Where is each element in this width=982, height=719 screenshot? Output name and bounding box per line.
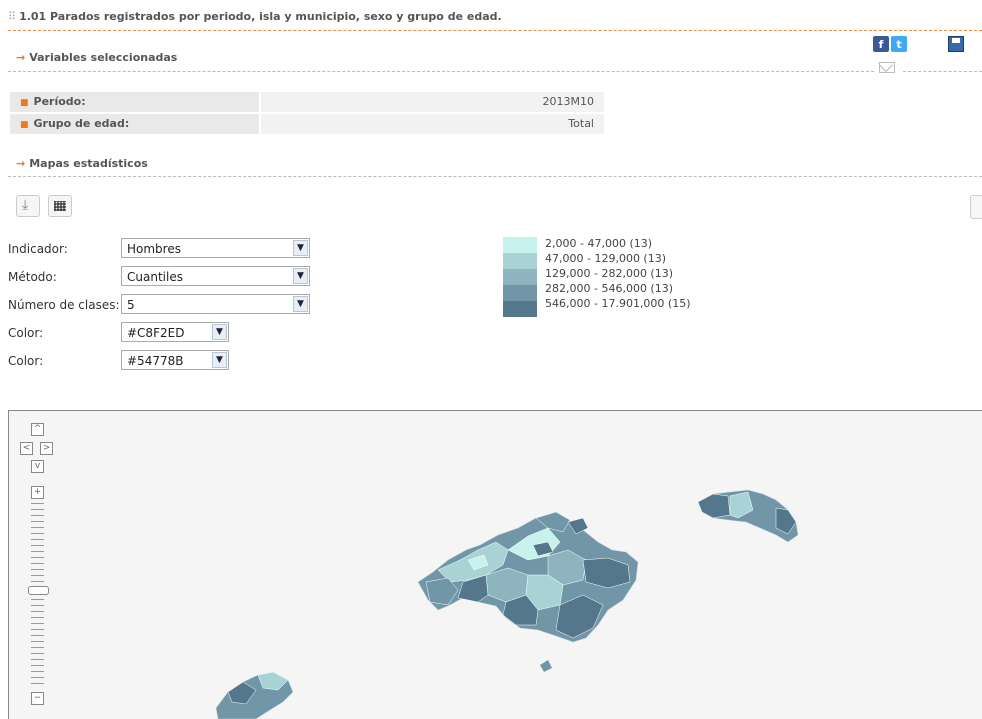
legend-label: 2,000 - 47,000 (13) <box>545 237 653 250</box>
island-menorca[interactable] <box>697 489 799 543</box>
section-divider-right <box>903 71 982 72</box>
pan-left-button[interactable]: < <box>20 442 33 455</box>
chevron-down-icon[interactable]: ▼ <box>212 352 227 368</box>
metodo-value: Cuantiles <box>127 270 183 284</box>
section-maps: → Mapas estadísticos <box>16 157 148 170</box>
color1-select[interactable]: #C8F2ED ▼ <box>121 322 229 342</box>
legend-swatch <box>503 269 537 285</box>
arrow-icon: → <box>16 157 26 170</box>
grid-icon <box>54 201 66 211</box>
section-variables-label: Variables seleccionadas <box>29 51 178 64</box>
zoom-slider-thumb[interactable] <box>28 586 49 595</box>
chevron-down-icon[interactable]: ▼ <box>293 296 308 312</box>
legend-swatch <box>503 253 537 269</box>
chevron-down-icon[interactable]: ▼ <box>212 324 227 340</box>
variable-label-text: Período: <box>33 95 86 108</box>
grip-icon: ⠿ <box>8 10 17 23</box>
variable-label-text: Grupo de edad: <box>33 117 130 130</box>
island-ibiza[interactable] <box>215 671 294 719</box>
variable-value: 2013M10 <box>261 92 604 112</box>
zoom-slider-track[interactable] <box>31 503 44 688</box>
indicador-select[interactable]: Hombres ▼ <box>121 238 310 258</box>
island-cabrera[interactable] <box>540 660 552 672</box>
clases-value: 5 <box>127 298 135 312</box>
chevron-down-icon[interactable]: ▼ <box>293 240 308 256</box>
panel-toggle-icon[interactable] <box>970 195 982 219</box>
arrow-icon: → <box>16 51 26 64</box>
legend-label: 129,000 - 282,000 (13) <box>545 267 674 280</box>
section-variables: → Variables seleccionadas <box>16 51 177 64</box>
color1-value: #C8F2ED <box>127 326 185 340</box>
bullet-icon: ■ <box>20 98 29 108</box>
twitter-icon[interactable]: t <box>891 36 907 52</box>
color2-label: Color: <box>8 354 44 368</box>
legend-label: 47,000 - 129,000 (13) <box>545 252 667 265</box>
pan-right-button[interactable]: > <box>40 442 53 455</box>
metodo-select[interactable]: Cuantiles ▼ <box>121 266 310 286</box>
zoom-in-button[interactable]: + <box>31 486 44 499</box>
legend-swatch <box>503 285 537 301</box>
section-maps-label: Mapas estadísticos <box>29 157 148 170</box>
map-canvas[interactable] <box>8 410 982 719</box>
table-view-button[interactable] <box>48 195 72 217</box>
legend-label: 546,000 - 17.901,000 (15) <box>545 297 691 310</box>
page-title: ⠿ 1.01 Parados registrados por periodo, i… <box>8 10 502 23</box>
facebook-icon[interactable]: f <box>873 36 889 52</box>
metodo-label: Método: <box>8 270 57 284</box>
indicador-label: Indicador: <box>8 242 68 256</box>
zoom-out-button[interactable]: − <box>31 692 44 705</box>
title-divider <box>8 30 982 31</box>
save-icon[interactable] <box>948 36 964 52</box>
variable-label: ■ Período: <box>10 92 259 112</box>
variable-value: Total <box>261 114 604 134</box>
page-title-text: 1.01 Parados registrados por periodo, is… <box>19 10 502 23</box>
pan-down-button[interactable]: v <box>31 460 44 473</box>
indicador-value: Hombres <box>127 242 181 256</box>
social-links: f t <box>873 36 913 52</box>
color1-label: Color: <box>8 326 44 340</box>
clases-label: Número de clases: <box>8 298 120 312</box>
bullet-icon: ■ <box>20 120 29 130</box>
legend-swatch <box>503 237 537 253</box>
legend-label: 282,000 - 546,000 (13) <box>545 282 674 295</box>
color2-value: #54778B <box>127 354 184 368</box>
variable-row: ■ Período: 2013M10 <box>10 92 604 112</box>
section-divider <box>8 71 874 72</box>
clases-select[interactable]: 5 ▼ <box>121 294 310 314</box>
color2-select[interactable]: #54778B ▼ <box>121 350 229 370</box>
section-divider <box>8 176 982 177</box>
legend-swatch <box>503 301 537 317</box>
chevron-down-icon[interactable]: ▼ <box>293 268 308 284</box>
variable-row: ■ Grupo de edad: Total <box>10 114 604 134</box>
choropleth-map <box>215 489 799 719</box>
island-mallorca[interactable] <box>417 511 639 643</box>
pan-up-button[interactable]: ^ <box>31 423 44 436</box>
download-button[interactable] <box>16 195 40 217</box>
variable-label: ■ Grupo de edad: <box>10 114 259 134</box>
mail-icon[interactable] <box>879 62 895 73</box>
